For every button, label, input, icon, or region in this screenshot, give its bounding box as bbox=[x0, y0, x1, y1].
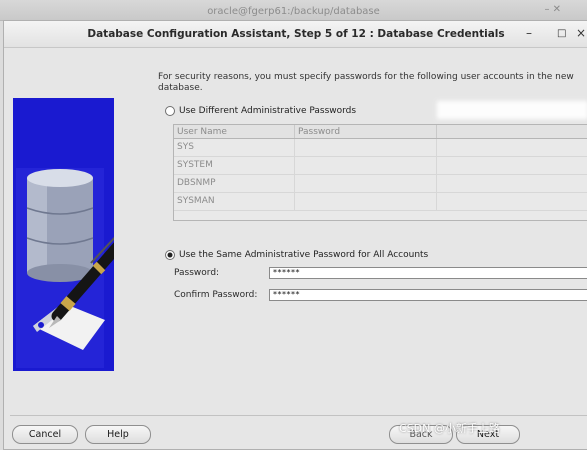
dialog-title: Database Configuration Assistant, Step 5… bbox=[87, 28, 505, 40]
cancel-button[interactable]: Cancel bbox=[12, 425, 78, 444]
cell-confirm bbox=[437, 157, 587, 174]
password-label: Password: bbox=[174, 268, 220, 278]
user-password-table: User Name Password SYS SYSTEM DBSNMP SYS… bbox=[173, 124, 587, 221]
cell-confirm bbox=[437, 175, 587, 192]
option-different-passwords[interactable]: Use Different Administrative Passwords bbox=[165, 106, 356, 116]
help-button[interactable]: Help bbox=[85, 425, 151, 444]
option-same-label: Use the Same Administrative Password for… bbox=[179, 250, 429, 260]
column-header-confirm bbox=[437, 125, 587, 138]
cell-password bbox=[295, 193, 437, 210]
close-button[interactable]: × bbox=[576, 26, 586, 40]
security-intro-text: For security reasons, you must specify p… bbox=[158, 72, 574, 93]
confirm-password-input[interactable]: ****** bbox=[269, 289, 587, 301]
cell-user-name: DBSNMP bbox=[174, 175, 295, 192]
footer-divider bbox=[10, 415, 587, 416]
option-same-password[interactable]: Use the Same Administrative Password for… bbox=[165, 250, 428, 260]
outer-terminal-titlebar: oracle@fgerp61:/backup/database – ✕ bbox=[0, 0, 587, 21]
cell-password bbox=[295, 175, 437, 192]
table-row: DBSNMP bbox=[174, 175, 587, 193]
outer-window-title: oracle@fgerp61:/backup/database bbox=[207, 6, 380, 17]
cell-user-name: SYSMAN bbox=[174, 193, 295, 210]
cell-password bbox=[295, 139, 437, 156]
column-header-password: Password bbox=[295, 125, 437, 138]
radio-different-passwords[interactable] bbox=[165, 106, 175, 116]
cell-confirm bbox=[437, 139, 587, 156]
cell-user-name: SYS bbox=[174, 139, 295, 156]
table-row: SYS bbox=[174, 139, 587, 157]
table-header: User Name Password bbox=[174, 125, 587, 139]
dbca-dialog: Database Configuration Assistant, Step 5… bbox=[3, 20, 587, 450]
database-pen-illustration bbox=[13, 98, 114, 371]
cell-password bbox=[295, 157, 437, 174]
column-header-user-name: User Name bbox=[174, 125, 295, 138]
password-input[interactable]: ****** bbox=[269, 267, 587, 279]
outer-window-controls[interactable]: – ✕ bbox=[544, 4, 561, 15]
table-row: SYSTEM bbox=[174, 157, 587, 175]
confirm-password-label: Confirm Password: bbox=[174, 290, 258, 300]
dialog-titlebar[interactable]: Database Configuration Assistant, Step 5… bbox=[4, 21, 587, 48]
maximize-button[interactable]: □ bbox=[557, 28, 566, 39]
cell-confirm bbox=[437, 193, 587, 210]
database-cylinder-icon bbox=[26, 169, 94, 282]
radio-same-password[interactable] bbox=[165, 250, 175, 260]
table-row: SYSMAN bbox=[174, 193, 587, 211]
csdn-watermark: CSDN @小新手上路 bbox=[399, 422, 500, 435]
option-different-label: Use Different Administrative Passwords bbox=[179, 106, 357, 116]
cell-user-name: SYSTEM bbox=[174, 157, 295, 174]
minimize-button[interactable]: – bbox=[526, 26, 532, 40]
redacted-area bbox=[437, 101, 587, 119]
